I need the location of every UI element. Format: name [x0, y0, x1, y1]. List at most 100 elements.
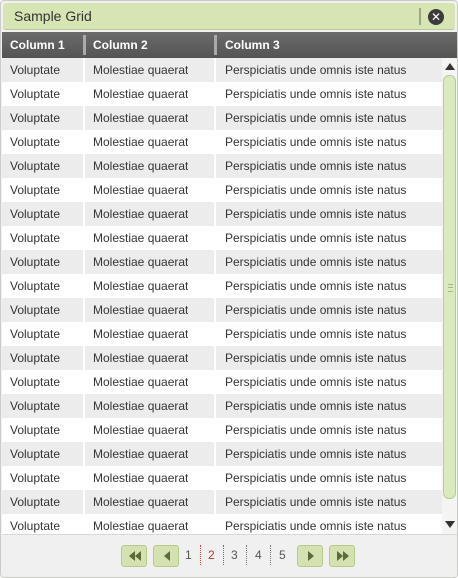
prev-page-icon: [164, 551, 170, 561]
table-cell: Perspiciatis unde omnis iste natus: [225, 327, 407, 341]
table-cell: Perspiciatis unde omnis iste natus: [225, 87, 407, 101]
table-row[interactable]: Voluptate Molestiae quaerat Perspiciatis u…: [2, 370, 442, 394]
table-row[interactable]: Voluptate Molestiae quaerat Perspiciatis u…: [2, 58, 442, 82]
page-link-3[interactable]: 3: [231, 548, 238, 562]
table-cell: Perspiciatis unde omnis iste natus: [225, 207, 407, 221]
table-cell: Molestiae quaerat: [93, 327, 189, 341]
table-cell: Perspiciatis unde omnis iste natus: [225, 495, 407, 509]
table-cell: Voluptate: [10, 183, 61, 197]
table-cell: Molestiae quaerat: [93, 399, 189, 413]
table-cell: Molestiae quaerat: [93, 303, 189, 317]
table-row[interactable]: Voluptate Molestiae quaerat Perspiciatis u…: [2, 250, 442, 274]
column-resize-handle-1[interactable]: [83, 35, 86, 55]
table-cell: Voluptate: [10, 519, 61, 533]
table-cell: Voluptate: [10, 135, 61, 149]
table-cell: Voluptate: [10, 495, 61, 509]
last-page-button[interactable]: [329, 545, 355, 567]
table-cell: Perspiciatis unde omnis iste natus: [225, 303, 407, 317]
table-cell: Voluptate: [10, 375, 61, 389]
table-cell: Voluptate: [10, 327, 61, 341]
page-link-4[interactable]: 4: [255, 548, 262, 562]
table-cell: Voluptate: [10, 87, 61, 101]
table-cell: Molestiae quaerat: [93, 447, 189, 461]
next-page-button[interactable]: [297, 545, 323, 567]
scroll-down-icon[interactable]: [445, 521, 455, 528]
title-bar: Sample Grid ✕: [3, 3, 455, 30]
table-row[interactable]: Voluptate Molestiae quaerat Perspiciatis u…: [2, 466, 442, 490]
scroll-up-icon[interactable]: [445, 63, 455, 70]
table-cell: Voluptate: [10, 423, 61, 437]
column-divider: [83, 58, 85, 534]
table-row[interactable]: Voluptate Molestiae quaerat Perspiciatis u…: [2, 394, 442, 418]
page-link-2[interactable]: 2: [208, 548, 215, 562]
pager: 1 2 3 4 5: [2, 534, 457, 577]
table-cell: Molestiae quaerat: [93, 207, 189, 221]
table-row[interactable]: Voluptate Molestiae quaerat Perspiciatis u…: [2, 226, 442, 250]
table-cell: Molestiae quaerat: [93, 183, 189, 197]
table-row[interactable]: Voluptate Molestiae quaerat Perspiciatis u…: [2, 178, 442, 202]
table-cell: Perspiciatis unde omnis iste natus: [225, 231, 407, 245]
table-cell: Voluptate: [10, 399, 61, 413]
table-cell: Perspiciatis unde omnis iste natus: [225, 111, 407, 125]
table-cell: Perspiciatis unde omnis iste natus: [225, 471, 407, 485]
table-row[interactable]: Voluptate Molestiae quaerat Perspiciatis u…: [2, 274, 442, 298]
table-cell: Voluptate: [10, 471, 61, 485]
table-row[interactable]: Voluptate Molestiae quaerat Perspiciatis u…: [2, 442, 442, 466]
table-row[interactable]: Voluptate Molestiae quaerat Perspiciatis u…: [2, 202, 442, 226]
table-cell: Perspiciatis unde omnis iste natus: [225, 135, 407, 149]
table-cell: Molestiae quaerat: [93, 495, 189, 509]
table-cell: Voluptate: [10, 111, 61, 125]
table-cell: Molestiae quaerat: [93, 423, 189, 437]
column-header-3[interactable]: Column 3: [225, 32, 280, 58]
table-cell: Molestiae quaerat: [93, 159, 189, 173]
column-divider: [214, 58, 216, 534]
table-row[interactable]: Voluptate Molestiae quaerat Perspiciatis u…: [2, 346, 442, 370]
vertical-scrollbar[interactable]: [442, 58, 457, 534]
grid-body: Voluptate Molestiae quaerat Perspiciatis u…: [2, 58, 442, 534]
table-cell: Molestiae quaerat: [93, 135, 189, 149]
table-row[interactable]: Voluptate Molestiae quaerat Perspiciatis u…: [2, 154, 442, 178]
table-cell: Perspiciatis unde omnis iste natus: [225, 279, 407, 293]
table-cell: Perspiciatis unde omnis iste natus: [225, 399, 407, 413]
table-row[interactable]: Voluptate Molestiae quaerat Perspiciatis u…: [2, 130, 442, 154]
table-row[interactable]: Voluptate Molestiae quaerat Perspiciatis u…: [2, 322, 442, 346]
table-cell: Voluptate: [10, 63, 61, 77]
page-link-5[interactable]: 5: [279, 548, 286, 562]
table-row[interactable]: Voluptate Molestiae quaerat Perspiciatis u…: [2, 490, 442, 514]
table-cell: Molestiae quaerat: [93, 375, 189, 389]
first-page-button[interactable]: [121, 545, 147, 567]
table-cell: Voluptate: [10, 159, 61, 173]
column-header-1[interactable]: Column 1: [10, 32, 65, 58]
column-header-2[interactable]: Column 2: [93, 32, 148, 58]
page-separator: [223, 545, 224, 565]
table-row[interactable]: Voluptate Molestiae quaerat Perspiciatis u…: [2, 106, 442, 130]
table-cell: Molestiae quaerat: [93, 471, 189, 485]
table-cell: Perspiciatis unde omnis iste natus: [225, 351, 407, 365]
column-header-row: Column 1 Column 2 Column 3: [2, 32, 457, 58]
table-row[interactable]: Voluptate Molestiae quaerat Perspiciatis u…: [2, 514, 442, 534]
scrollbar-thumb[interactable]: [443, 75, 456, 499]
last-page-icon: [337, 551, 349, 561]
table-cell: Perspiciatis unde omnis iste natus: [225, 159, 407, 173]
table-cell: Molestiae quaerat: [93, 87, 189, 101]
table-row[interactable]: Voluptate Molestiae quaerat Perspiciatis u…: [2, 418, 442, 442]
page-separator: [270, 545, 271, 565]
table-cell: Molestiae quaerat: [93, 279, 189, 293]
table-cell: Molestiae quaerat: [93, 519, 189, 533]
first-page-icon: [129, 551, 141, 561]
prev-page-button[interactable]: [153, 545, 179, 567]
page-link-1[interactable]: 1: [185, 548, 192, 562]
table-row[interactable]: Voluptate Molestiae quaerat Perspiciatis u…: [2, 298, 442, 322]
table-cell: Voluptate: [10, 231, 61, 245]
table-cell: Perspiciatis unde omnis iste natus: [225, 255, 407, 269]
table-cell: Molestiae quaerat: [93, 351, 189, 365]
close-icon[interactable]: ✕: [428, 9, 444, 25]
table-cell: Perspiciatis unde omnis iste natus: [225, 375, 407, 389]
table-cell: Voluptate: [10, 447, 61, 461]
column-resize-handle-2[interactable]: [214, 35, 217, 55]
table-cell: Voluptate: [10, 351, 61, 365]
table-row[interactable]: Voluptate Molestiae quaerat Perspiciatis u…: [2, 82, 442, 106]
table-cell: Perspiciatis unde omnis iste natus: [225, 183, 407, 197]
table-cell: Voluptate: [10, 255, 61, 269]
table-cell: Voluptate: [10, 303, 61, 317]
